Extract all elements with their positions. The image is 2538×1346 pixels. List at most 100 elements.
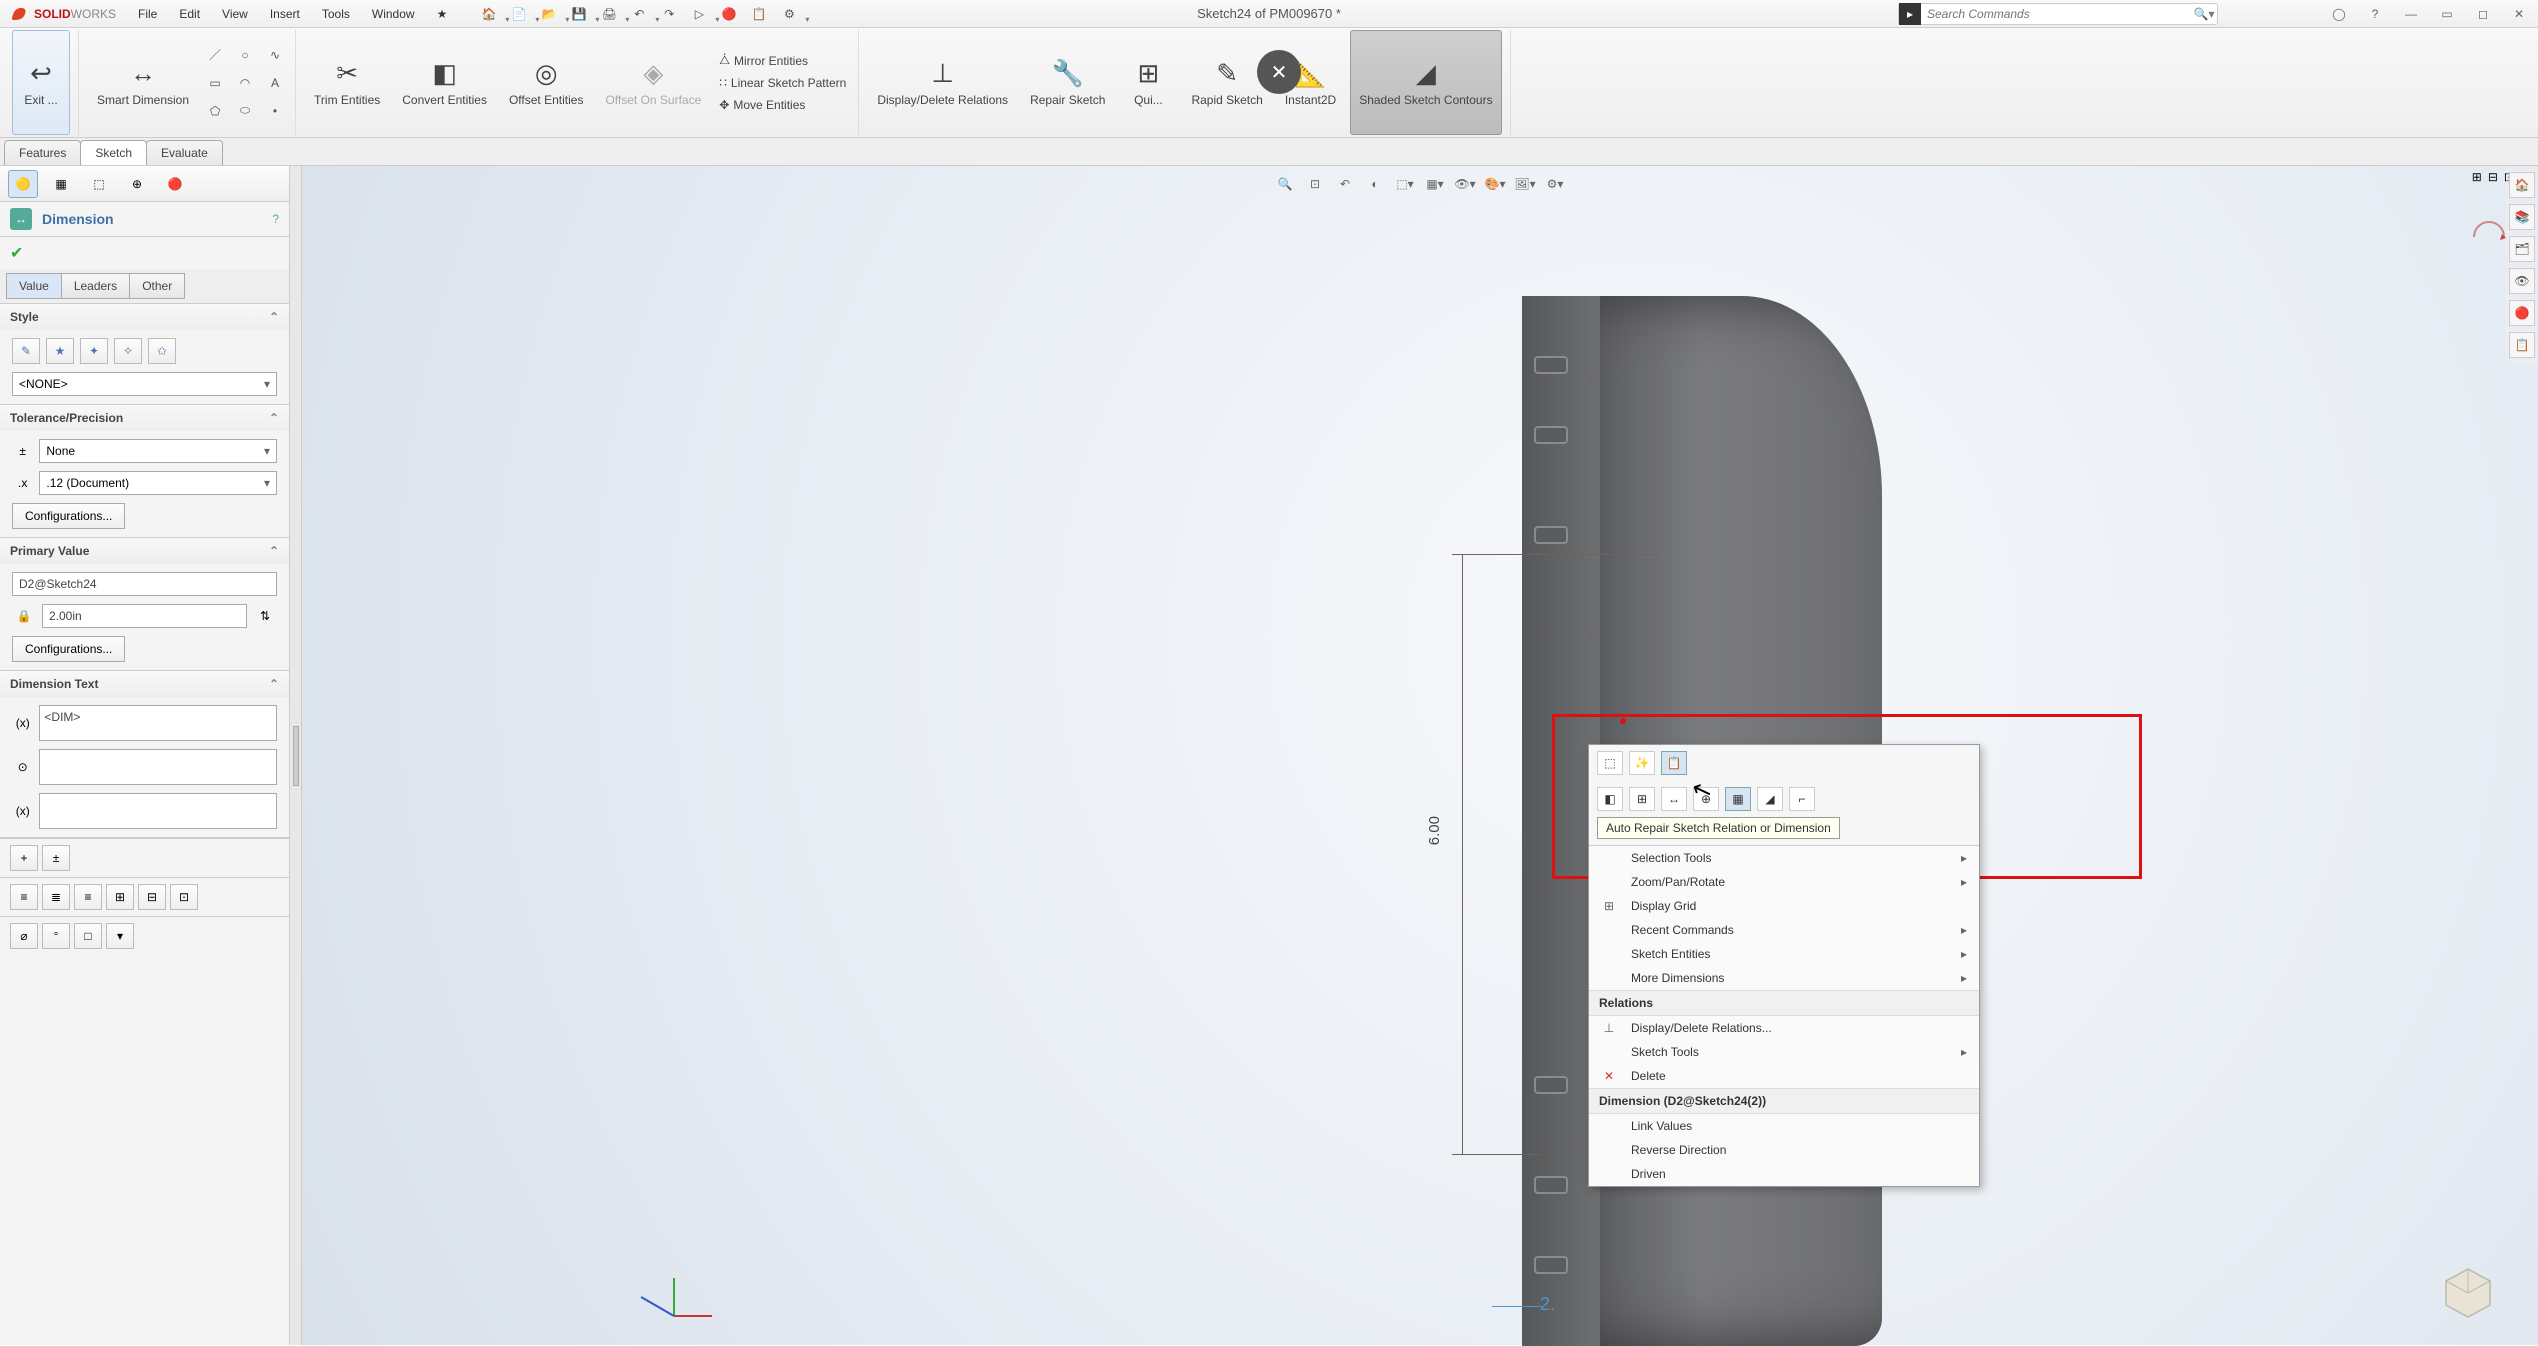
just-4[interactable]: ⊞	[106, 884, 134, 910]
ctx-sketch-tools[interactable]: Sketch Tools▸	[1589, 1040, 1979, 1064]
orientation-cube[interactable]	[2438, 1261, 2498, 1321]
repair-sketch-button[interactable]: 🔧 Repair Sketch	[1022, 30, 1113, 135]
vp-1[interactable]: ⊞	[2472, 170, 2482, 184]
zoom-fit-icon[interactable]: 🔍	[1272, 172, 1298, 196]
search-commands[interactable]: ▸ 🔍▾	[1898, 3, 2218, 25]
section-view-icon[interactable]: ◐	[1362, 172, 1388, 196]
ctx-tool-5[interactable]: ⊞	[1629, 787, 1655, 811]
redo-icon[interactable]: ↷	[655, 2, 683, 26]
shaded-contours-button[interactable]: ◢ Shaded Sketch Contours	[1350, 30, 1501, 135]
dimension-value-6[interactable]: 6.00	[1426, 816, 1443, 845]
help-icon[interactable]: ?	[2362, 4, 2388, 24]
style-btn-4[interactable]: ✧	[114, 338, 142, 364]
undo-icon[interactable]: ↶	[625, 2, 653, 26]
sym-more[interactable]: ▾	[106, 923, 134, 949]
display-icon[interactable]: ⊕	[122, 170, 152, 198]
text-icon[interactable]: A	[263, 71, 287, 95]
linear-pattern-button[interactable]: ∷Linear Sketch Pattern	[715, 74, 850, 92]
search-input[interactable]	[1921, 7, 2191, 21]
ctx-reverse-direction[interactable]: Reverse Direction	[1589, 1138, 1979, 1162]
panel-splitter[interactable]	[290, 166, 302, 1345]
ctx-tool-9[interactable]: ◢	[1757, 787, 1783, 811]
sub-tab-other[interactable]: Other	[130, 273, 185, 299]
rail-home-icon[interactable]: 🏠	[2509, 172, 2535, 198]
zoom-area-icon[interactable]: ⊡	[1302, 172, 1328, 196]
quick-snaps-button[interactable]: ⊞ Qui...	[1119, 30, 1177, 135]
options-icon[interactable]: 📋	[745, 2, 773, 26]
dimension-text-header[interactable]: Dimension Text⌃	[0, 671, 289, 697]
tab-features[interactable]: Features	[4, 140, 81, 165]
arc-icon[interactable]: ◠	[233, 71, 257, 95]
menu-edit[interactable]: Edit	[175, 5, 204, 23]
dimension-name-input[interactable]	[12, 572, 277, 596]
tol-btn-1[interactable]: +	[10, 845, 38, 871]
rectangle-icon[interactable]: ▭	[203, 71, 227, 95]
dimension-value-input[interactable]	[42, 604, 247, 628]
sym-diameter[interactable]: ⌀	[10, 923, 38, 949]
edit-appearance-icon[interactable]: 🎨▾	[1482, 172, 1508, 196]
sym-degree[interactable]: °	[42, 923, 70, 949]
ellipse-icon[interactable]: ⬭	[233, 99, 257, 123]
sub-tab-value[interactable]: Value	[6, 273, 62, 299]
polygon-icon[interactable]: ⬠	[203, 99, 227, 123]
dimension-line-vertical[interactable]	[1462, 554, 1463, 1154]
ctx-tool-8[interactable]: ▦	[1725, 787, 1751, 811]
trim-entities-button[interactable]: ✂ Trim Entities	[306, 30, 388, 135]
primary-value-header[interactable]: Primary Value⌃	[0, 538, 289, 564]
ctx-delete[interactable]: ✕Delete	[1589, 1064, 1979, 1088]
dimension-value-2[interactable]: 2.	[1540, 1294, 1555, 1315]
prefix-icon[interactable]: (x)	[12, 711, 33, 735]
apply-scene-icon[interactable]: 🖼▾	[1512, 172, 1538, 196]
tol-configurations-button[interactable]: Configurations...	[12, 503, 125, 529]
hide-show-icon[interactable]: 👁▾	[1452, 172, 1478, 196]
dim-text-area-3[interactable]	[39, 793, 277, 829]
ctx-driven[interactable]: Driven	[1589, 1162, 1979, 1186]
rail-resources-icon[interactable]: 📚	[2509, 204, 2535, 230]
menu-insert[interactable]: Insert	[266, 5, 304, 23]
appearance-icon[interactable]: 🔴	[160, 170, 190, 198]
below-icon[interactable]: (x)	[12, 799, 33, 823]
menu-window[interactable]: Window	[368, 5, 419, 23]
tab-sketch[interactable]: Sketch	[80, 140, 147, 165]
settings-icon[interactable]: ⚙	[775, 2, 803, 26]
style-btn-5[interactable]: ✩	[148, 338, 176, 364]
suffix-icon[interactable]: ⊙	[12, 755, 33, 779]
ctx-tool-10[interactable]: ⌐	[1789, 787, 1815, 811]
close-button[interactable]: ✕	[2506, 4, 2532, 24]
overlay-close-button[interactable]: ✕	[1257, 50, 1301, 94]
offset-entities-button[interactable]: ◎ Offset Entities	[501, 30, 591, 135]
sub-tab-leaders[interactable]: Leaders	[62, 273, 130, 299]
rapid-sketch-button[interactable]: ✎ Rapid Sketch	[1183, 30, 1270, 135]
style-btn-3[interactable]: ✦	[80, 338, 108, 364]
rail-design-icon[interactable]: 🗂	[2509, 236, 2535, 262]
just-5[interactable]: ⊟	[138, 884, 166, 910]
restore-button[interactable]: ▭	[2434, 4, 2460, 24]
convert-entities-button[interactable]: ◧ Convert Entities	[394, 30, 495, 135]
display-style-icon[interactable]: ▦▾	[1422, 172, 1448, 196]
menu-view[interactable]: View	[218, 5, 252, 23]
precision-dropdown[interactable]: .12 (Document)▾	[39, 471, 277, 495]
ctx-selection-tools[interactable]: Selection Tools▸	[1589, 846, 1979, 870]
tol-btn-2[interactable]: ±	[42, 845, 70, 871]
just-center[interactable]: ≣	[42, 884, 70, 910]
ctx-tool-6[interactable]: ↔	[1661, 787, 1687, 811]
ctx-display-delete-relations[interactable]: ⊥Display/Delete Relations...	[1589, 1016, 1979, 1040]
pv-configurations-button[interactable]: Configurations...	[12, 636, 125, 662]
accept-button[interactable]: ✔	[10, 245, 23, 262]
menu-star[interactable]: ★	[433, 5, 452, 23]
display-delete-relations-button[interactable]: ⊥ Display/Delete Relations	[869, 30, 1016, 135]
minimize-button[interactable]: —	[2398, 4, 2424, 24]
spline-icon[interactable]: ∿	[263, 43, 287, 67]
tab-evaluate[interactable]: Evaluate	[146, 140, 223, 165]
rail-view-icon[interactable]: 👁	[2509, 268, 2535, 294]
new-icon[interactable]: 📄	[505, 2, 533, 26]
just-right[interactable]: ≡	[74, 884, 102, 910]
dim-text-area-1[interactable]: <DIM>	[39, 705, 277, 741]
vp-2[interactable]: ⊟	[2488, 170, 2498, 184]
move-entities-button[interactable]: ✥Move Entities	[715, 96, 850, 114]
style-btn-1[interactable]: ✎	[12, 338, 40, 364]
tolerance-header[interactable]: Tolerance/Precision⌃	[0, 405, 289, 431]
ctx-more-dimensions[interactable]: More Dimensions▸	[1589, 966, 1979, 990]
just-left[interactable]: ≡	[10, 884, 38, 910]
sym-square[interactable]: □	[74, 923, 102, 949]
